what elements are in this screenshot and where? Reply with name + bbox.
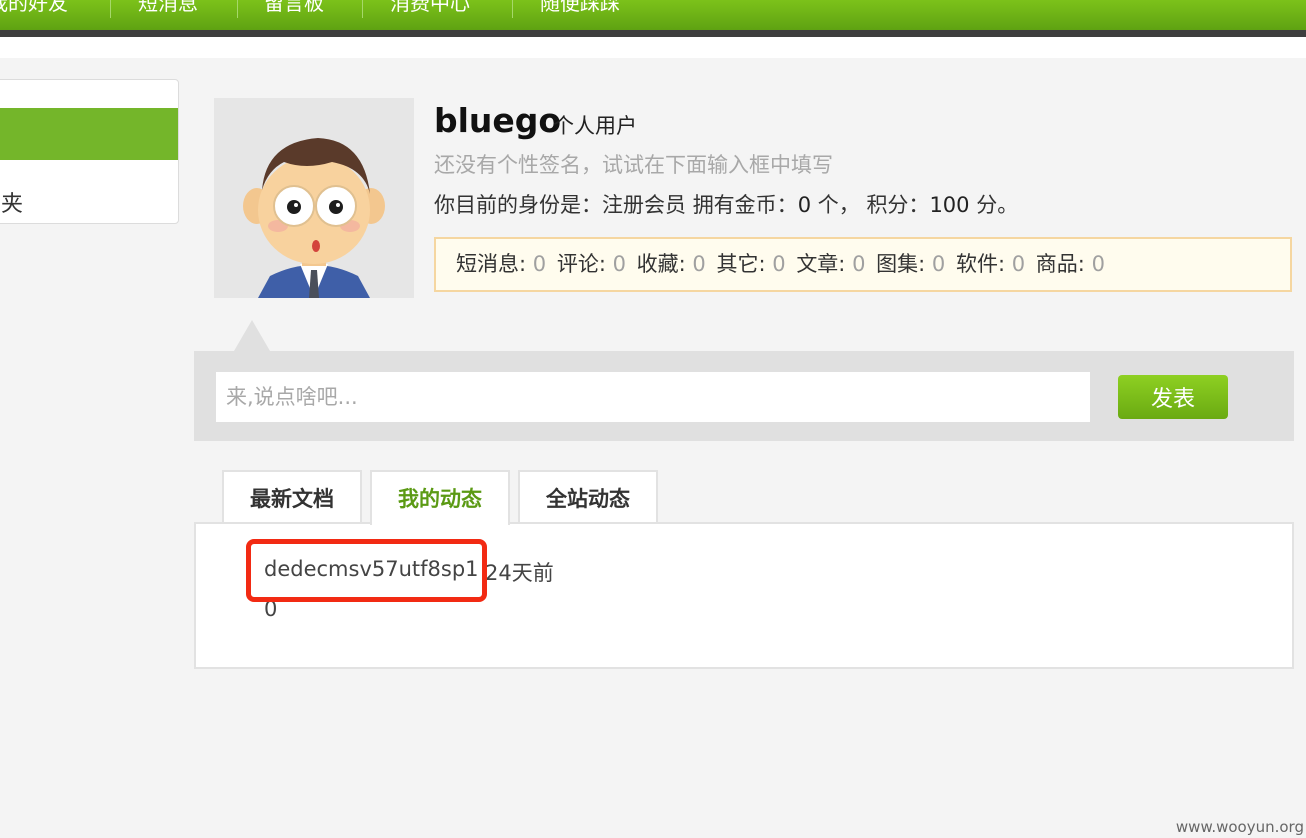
points-unit: 分。 bbox=[976, 193, 1019, 217]
nav-separator bbox=[362, 0, 363, 18]
stat-software-value[interactable]: 0 bbox=[1012, 252, 1025, 276]
points-label: 积分： bbox=[866, 193, 930, 217]
highlight-annotation-box bbox=[246, 539, 487, 602]
nav-separator bbox=[110, 0, 111, 18]
nav-item-friends[interactable]: 我的好友 bbox=[0, 0, 68, 18]
sidebar-item-active[interactable] bbox=[0, 108, 178, 160]
post-input[interactable] bbox=[216, 372, 1090, 422]
coins-unit: 个， bbox=[817, 193, 860, 217]
stat-software-label: 软件: bbox=[955, 252, 1006, 276]
stat-articles-label: 文章: bbox=[796, 252, 846, 276]
watermark: www.wooyun.org bbox=[1175, 818, 1304, 836]
identity-prefix: 你目前的身份是： bbox=[434, 193, 602, 217]
stat-other-value[interactable]: 0 bbox=[772, 252, 785, 276]
username: bluego bbox=[434, 101, 562, 140]
nav-item-messages[interactable]: 短消息 bbox=[138, 0, 198, 18]
stat-albums-value[interactable]: 0 bbox=[932, 252, 945, 276]
nav-item-consumption[interactable]: 消费中心 bbox=[390, 0, 470, 18]
stat-products-label: 商品: bbox=[1035, 252, 1085, 276]
postbox-pointer bbox=[234, 320, 270, 351]
stat-comments-value[interactable]: 0 bbox=[613, 252, 626, 276]
post-button[interactable]: 发表 bbox=[1118, 375, 1228, 419]
signature-text: 还没有个性签名，试试在下面输入框中填写 bbox=[434, 153, 833, 177]
stat-products-value[interactable]: 0 bbox=[1092, 252, 1105, 276]
tab-my-activity[interactable]: 我的动态 bbox=[370, 470, 510, 525]
stat-comments-label: 评论: bbox=[556, 252, 606, 276]
nav-item-guestbook[interactable]: 留言板 bbox=[264, 0, 324, 18]
stat-favorites-label: 收藏: bbox=[636, 252, 686, 276]
nav-item-browse[interactable]: 随便踩踩 bbox=[540, 0, 620, 18]
stat-messages-value[interactable]: 0 bbox=[533, 252, 546, 276]
coins-value: 0 bbox=[797, 193, 812, 217]
avatar[interactable] bbox=[214, 98, 414, 298]
stat-other-label: 其它: bbox=[716, 252, 766, 276]
identity-line: 你目前的身份是：注册会员 拥有金币：0 个， 积分：100 分。 bbox=[434, 189, 1018, 219]
post-box: 发表 bbox=[194, 351, 1294, 441]
nav-separator bbox=[512, 0, 513, 18]
points-value: 100 bbox=[929, 193, 970, 217]
avatar-cartoon-icon bbox=[243, 138, 385, 298]
user-type: 个人用户 bbox=[553, 114, 637, 138]
nav-separator bbox=[237, 0, 238, 18]
identity-role: 注册会员 bbox=[602, 193, 686, 217]
stats-box: 短消息: 0 评论: 0 收藏: 0 其它: 0 文章: 0 图集: 0 软件:… bbox=[434, 237, 1292, 292]
top-nav: 我的好友 短消息 留言板 消费中心 随便踩踩 bbox=[0, 0, 1306, 30]
tab-latest-docs[interactable]: 最新文档 bbox=[222, 470, 362, 523]
feed-item-time: 24天前 bbox=[485, 561, 554, 585]
header-spacer bbox=[0, 37, 1306, 58]
stat-articles-value[interactable]: 0 bbox=[852, 252, 865, 276]
nav-bottom-bar bbox=[0, 30, 1306, 37]
stat-messages-label: 短消息: bbox=[456, 252, 527, 276]
stat-albums-label: 图集: bbox=[876, 252, 926, 276]
tab-site-activity[interactable]: 全站动态 bbox=[518, 470, 658, 523]
sidebar-item-label[interactable]: 夹 bbox=[1, 186, 23, 218]
coins-label: 拥有金币： bbox=[692, 193, 798, 217]
stat-favorites-value[interactable]: 0 bbox=[692, 252, 705, 276]
sidebar-menu: 夹 bbox=[0, 79, 179, 224]
